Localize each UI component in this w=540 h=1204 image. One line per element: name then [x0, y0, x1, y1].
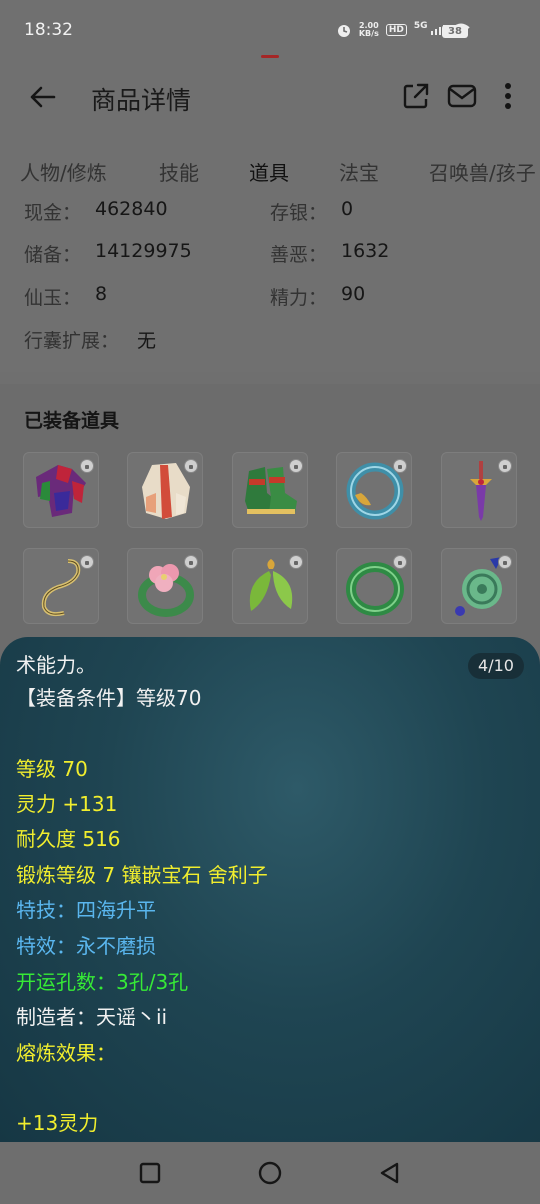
item-slot-6[interactable]	[23, 548, 99, 624]
lock-icon	[393, 555, 407, 569]
detail-line: 熔炼效果：	[16, 1041, 116, 1065]
detail-line: 特技：四海升平	[16, 898, 156, 922]
cash-value: 462840	[95, 198, 168, 220]
circle-icon[interactable]	[257, 1160, 283, 1186]
square-icon[interactable]	[137, 1160, 163, 1186]
item-slot-4[interactable]	[336, 452, 412, 528]
lock-icon	[498, 555, 512, 569]
system-nav-bar	[0, 1142, 540, 1204]
detail-line: 灵力 +131	[16, 792, 118, 816]
app-header: 商品详情	[0, 62, 540, 142]
energy-value: 90	[341, 283, 366, 305]
item-slot-3[interactable]	[232, 452, 308, 528]
detail-line: 耐久度 516	[16, 827, 121, 851]
item-slot-8[interactable]	[232, 548, 308, 624]
karma-value: 1632	[341, 240, 390, 262]
page-counter: 4/10	[468, 653, 524, 679]
detail-line: 制造者：天谣丶ii	[16, 1005, 168, 1029]
lock-icon	[498, 459, 512, 473]
triangle-back-icon[interactable]	[377, 1160, 403, 1186]
lock-icon	[80, 555, 94, 569]
tab-indicator	[261, 55, 279, 58]
bag-expansion-label: 行囊扩展：	[24, 330, 120, 352]
status-time: 18:32	[24, 20, 73, 40]
item-detail-panel[interactable]: 4/10 术能力。 【装备条件】等级70 等级 70 灵力 +131 耐久度 5…	[0, 637, 540, 1142]
reserve-label: 储备：	[24, 244, 82, 266]
tab-character[interactable]: 人物/修炼	[20, 157, 107, 186]
item-slot-1[interactable]	[23, 452, 99, 528]
tab-treasures[interactable]: 法宝	[339, 157, 379, 186]
item-slot-10[interactable]	[441, 548, 517, 624]
mail-icon[interactable]	[446, 80, 478, 112]
karma-label: 善恶：	[270, 244, 328, 266]
tab-skills[interactable]: 技能	[159, 157, 199, 186]
network-type: 5G	[413, 21, 428, 31]
detail-line: +13灵力	[16, 1111, 99, 1135]
item-slot-7[interactable]	[127, 548, 203, 624]
category-tabs: 人物/修炼 技能 道具 法宝 召唤兽/孩子	[0, 142, 540, 192]
item-slot-5[interactable]	[441, 452, 517, 528]
energy-label: 精力：	[270, 287, 328, 309]
net-speed: 2.00 KB/s	[359, 22, 379, 38]
account-info: 现金： 462840 存银： 0 储备： 14129975 善恶： 1632 仙…	[0, 192, 540, 372]
lock-icon	[184, 459, 198, 473]
lock-icon	[184, 555, 198, 569]
lock-icon	[80, 459, 94, 473]
status-bar: 18:32 2.00 KB/s HD 5G 38	[0, 0, 540, 62]
alarm-icon	[337, 25, 350, 37]
detail-line: 术能力。	[16, 653, 96, 677]
detail-line: 锻炼等级 7 镶嵌宝石 舍利子	[16, 863, 268, 887]
detail-line: 开运孔数：3孔/3孔	[16, 970, 189, 994]
jade-label: 仙玉：	[24, 287, 82, 309]
detail-line: 特效：永不磨损	[16, 934, 156, 958]
more-options-icon[interactable]	[492, 80, 524, 112]
battery-icon: 38	[442, 25, 468, 38]
detail-line: 【装备条件】等级70	[16, 686, 202, 710]
deposit-value: 0	[341, 198, 354, 220]
jade-value: 8	[95, 283, 108, 305]
page-title: 商品详情	[91, 86, 192, 115]
net-speed-unit: KB/s	[358, 29, 379, 38]
item-slot-2[interactable]	[127, 452, 203, 528]
share-icon[interactable]	[400, 80, 432, 112]
tab-items[interactable]: 道具	[249, 157, 289, 186]
item-slot-9[interactable]	[336, 548, 412, 624]
tab-pets[interactable]: 召唤兽/孩子	[429, 157, 536, 186]
back-arrow-icon[interactable]	[26, 80, 60, 114]
lock-icon	[289, 555, 303, 569]
deposit-label: 存银：	[270, 202, 328, 224]
lock-icon	[393, 459, 407, 473]
hd-icon: HD	[385, 24, 407, 36]
lock-icon	[289, 459, 303, 473]
equipped-title: 已装备道具	[24, 410, 120, 432]
bag-expansion-value: 无	[137, 330, 157, 352]
detail-line: 等级 70	[16, 757, 88, 781]
cash-label: 现金：	[24, 202, 82, 224]
reserve-value: 14129975	[95, 240, 192, 262]
